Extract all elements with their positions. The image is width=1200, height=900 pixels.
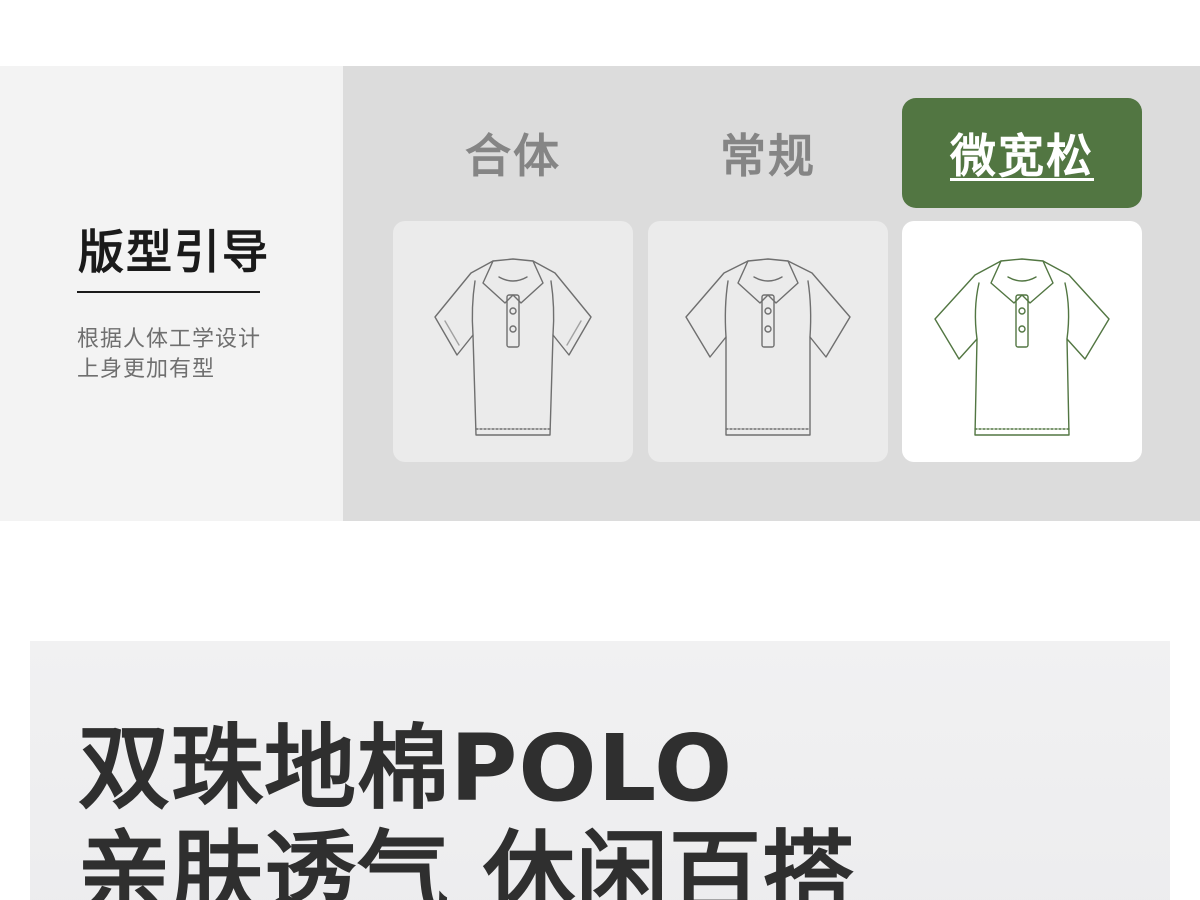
fit-option-label-selected[interactable]: 微宽松 [902,98,1142,208]
fit-option-regular[interactable]: 常规 [648,66,888,521]
fit-option-label[interactable]: 合体 [393,98,633,208]
description-line-1: 根据人体工学设计 [77,327,262,352]
polo-shirt-icon [685,257,851,436]
fit-option-card-selected[interactable] [902,221,1142,462]
description-line-2: 上身更加有型 [77,357,216,382]
fit-option-card[interactable] [648,221,888,462]
fit-guide-title: 版型引导 [78,225,270,279]
fit-option-relaxed[interactable]: 微宽松 [902,66,1142,521]
product-headline: 双珠地棉POLO [78,715,734,822]
fit-options-panel: 合体 常规 微宽松 [343,66,1200,521]
fit-option-card[interactable] [393,221,633,462]
product-subheadline: 亲肤透气 休闲百搭 [78,821,856,900]
fit-guide-description: 根据人体工学设计 上身更加有型 [77,325,261,385]
fit-guide-section: 版型引导 根据人体工学设计 上身更加有型 合体 常规 微宽松 [0,66,1200,521]
fit-guide-intro: 版型引导 根据人体工学设计 上身更加有型 [0,66,343,521]
product-banner: 双珠地棉POLO 亲肤透气 休闲百搭 [30,641,1170,900]
title-underline [77,291,260,293]
fit-option-label[interactable]: 常规 [648,98,888,208]
product-detail-page: 版型引导 根据人体工学设计 上身更加有型 合体 常规 微宽松 双珠地棉POLO … [0,0,1200,900]
polo-shirt-icon [934,257,1110,436]
fit-option-fitted[interactable]: 合体 [393,66,633,521]
polo-shirt-icon [434,257,592,436]
